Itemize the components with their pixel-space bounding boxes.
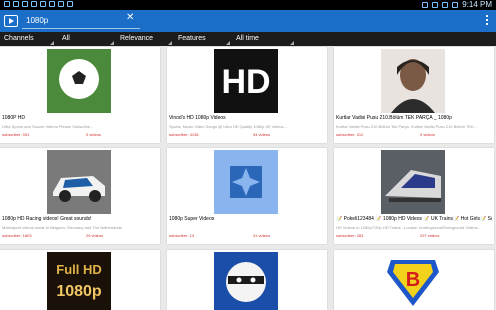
channel-title: Kurtlar Vadisi Pusu 210.Bölüm TEK PARÇA … [336, 115, 452, 121]
notification-icons [4, 1, 73, 7]
clear-search-icon[interactable]: ✕ [126, 12, 134, 23]
channel-description: HD Videos In 1080p/720p HD Trains - Lond… [336, 225, 481, 230]
channel-title: Vinod's HD 1080p Videos [169, 115, 226, 121]
video-count: 297 videos [420, 233, 440, 238]
dropdown-arrow-icon [110, 41, 114, 45]
subscriber-count: subscriber: 312 [336, 132, 364, 137]
filter-channels[interactable]: Channels [4, 35, 34, 42]
dropdown-arrow-icon [290, 41, 294, 45]
superman-b-logo-image: B [381, 252, 445, 310]
full-hd-logo-image: Full HD 1080p [47, 252, 111, 310]
channel-thumbnail [214, 252, 278, 310]
channel-title: 1080p Super Videos [169, 216, 215, 222]
channel-card[interactable]: B [334, 250, 494, 310]
filter-relevance[interactable]: Relevance [120, 35, 153, 42]
race-car-image [47, 150, 111, 214]
soccer-ball-image [47, 49, 111, 113]
channel-description: Kurtlar Vadisi Pusu 210.Bölüm Tek Parça,… [336, 124, 478, 129]
man-portrait-image [381, 49, 445, 113]
full-hd-text: Full HD [56, 262, 102, 277]
gallery-icon [49, 1, 55, 7]
channel-thumbnail [47, 150, 111, 214]
battery-icon [452, 1, 459, 8]
hd-logo-image: HD [214, 49, 278, 113]
channel-description: Motorsport videos made in Belgium, Germa… [2, 225, 122, 230]
channel-title: 📝 Pokeli123484 📝 1080p HD Videos 📝 UK Tr… [336, 216, 492, 222]
dropdown-arrow-icon [168, 41, 172, 45]
subscriber-count: subscriber: 1803 [2, 233, 32, 238]
mail-icon [31, 1, 37, 7]
overflow-menu-icon[interactable] [486, 15, 488, 25]
status-bar: 9:14 PM [0, 0, 496, 10]
mail-icon [40, 1, 46, 7]
filter-all[interactable]: All [62, 35, 70, 42]
video-count: 0 videos [420, 132, 435, 137]
mail-icon [58, 1, 64, 7]
filter-alltime[interactable]: All time [236, 35, 259, 42]
channel-thumbnail [214, 150, 278, 214]
channel-thumbnail: B [381, 252, 445, 310]
channel-card[interactable]: 1080P HD Ultra Sports and Soccer Videos … [0, 47, 160, 143]
signal-icon [442, 1, 449, 8]
signal-icon [4, 1, 10, 7]
clock: 9:14 PM [462, 0, 492, 9]
channel-card[interactable]: HD Vinod's HD 1080p Videos Sports, Music… [167, 47, 327, 143]
video-count: 0 videos [86, 132, 101, 137]
channel-description: Sports, Music Video Songs @ Ultra HD Qua… [169, 124, 287, 129]
video-count: 29 videos [86, 233, 104, 238]
channel-title: 1080p HD Racing videos! Great sounds! [2, 216, 92, 222]
channel-thumbnail: HD [214, 49, 278, 113]
full-hd-1080p-text: 1080p [56, 283, 102, 300]
channel-description: Ultra Sports and Soccer Videos Please Su… [2, 124, 94, 129]
channel-card[interactable]: 1080p HD Racing videos! Great sounds! Mo… [0, 148, 160, 244]
ninja-mascot-image [214, 252, 278, 310]
channel-card[interactable] [167, 250, 327, 310]
channel-thumbnail: Full HD 1080p [47, 252, 111, 310]
photo-icon [13, 1, 19, 7]
sound-icon [422, 1, 429, 8]
search-input[interactable]: 1080p [22, 13, 140, 29]
channel-thumbnail [381, 49, 445, 113]
video-count: 94 videos [253, 132, 271, 137]
subscriber-count: subscriber: 13 [169, 233, 195, 238]
subscriber-count: subscriber: 4136 [169, 132, 199, 137]
channel-thumbnail [381, 150, 445, 214]
wifi-icon [432, 1, 439, 8]
filter-features[interactable]: Features [178, 35, 206, 42]
superman-b-text: B [406, 269, 420, 291]
app-bar: 1080p ✕ [0, 10, 496, 32]
subscriber-count: subscriber: 931 [2, 132, 30, 137]
video-count: 31 videos [253, 233, 271, 238]
dropdown-arrow-icon [50, 41, 54, 45]
channel-card[interactable]: Full HD 1080p [0, 250, 160, 310]
filter-bar: Channels All Relevance Features All time [0, 32, 496, 46]
app-logo-icon[interactable] [4, 15, 18, 27]
channel-thumbnail [47, 49, 111, 113]
channel-card[interactable]: 📝 Pokeli123484 📝 1080p HD Videos 📝 UK Tr… [334, 148, 494, 244]
dropdown-arrow-icon [226, 41, 230, 45]
train-image [381, 150, 445, 214]
usb-icon [22, 1, 28, 7]
channel-card[interactable]: 1080p Super Videos subscriber: 13 31 vid… [167, 148, 327, 244]
channel-card[interactable]: Kurtlar Vadisi Pusu 210.Bölüm TEK PARÇA … [334, 47, 494, 143]
subscriber-count: subscriber: 283 [336, 233, 364, 238]
default-avatar-icon [214, 150, 278, 214]
channel-title: 1080P HD [2, 115, 25, 121]
system-icons: 9:14 PM [422, 0, 492, 9]
hd-logo-text: HD [221, 63, 270, 101]
ui-icon [67, 1, 73, 7]
